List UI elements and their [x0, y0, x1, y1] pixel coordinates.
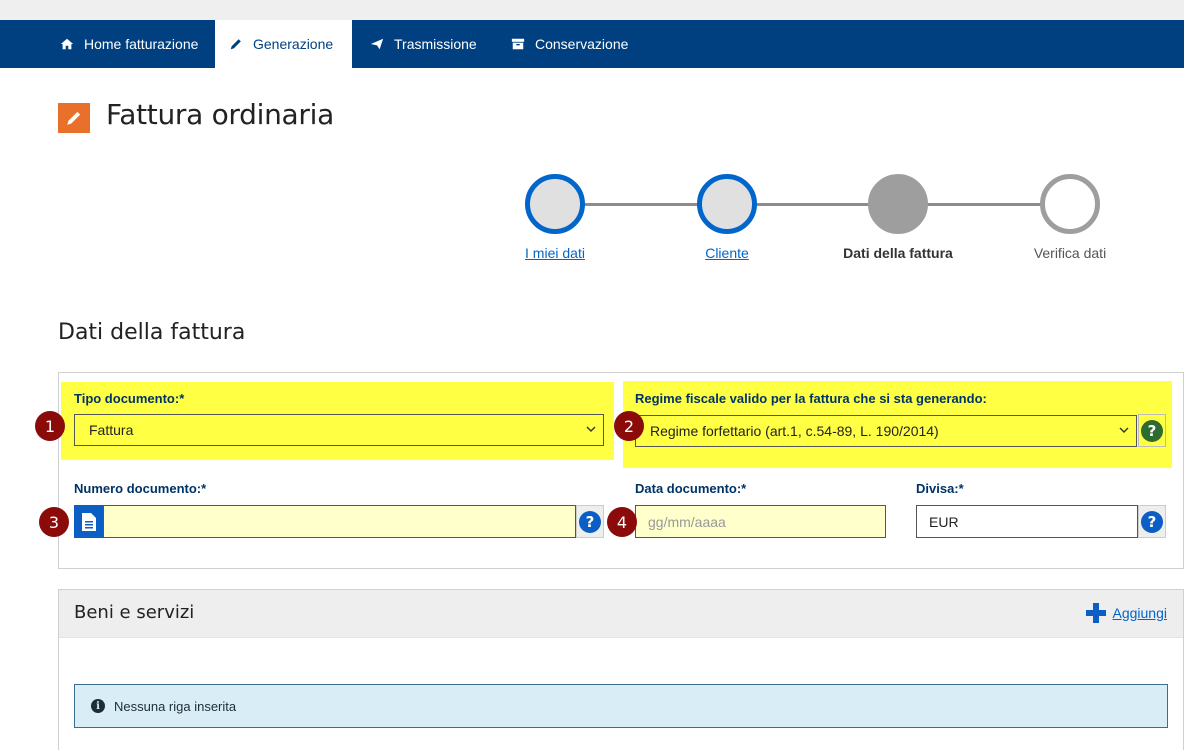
annotation-badge: 4	[607, 507, 637, 537]
section-title: Dati della fattura	[58, 320, 246, 345]
data-documento-placeholder: gg/mm/aaaa	[648, 513, 726, 530]
question-icon: ?	[1141, 419, 1163, 442]
page-title: Fattura ordinaria	[106, 98, 334, 131]
aggiungi-label: Aggiungi	[1112, 605, 1168, 621]
aggiungi-link[interactable]: Aggiungi	[1085, 602, 1168, 624]
browser-top-strip	[0, 0, 1184, 20]
data-documento-input[interactable]: gg/mm/aaaa	[635, 505, 886, 538]
beni-servizi-title: Beni e servizi	[74, 602, 195, 623]
chevron-down-icon	[1119, 427, 1129, 433]
step-circle-verifica-dati	[1040, 174, 1100, 234]
pencil-icon	[229, 37, 243, 51]
tab-home-fatturazione[interactable]: Home fatturazione	[46, 20, 212, 68]
step-circle-dati-fattura	[868, 174, 928, 234]
step-label-dati-fattura: Dati della fattura	[843, 245, 953, 261]
step-circle-cliente[interactable]	[697, 174, 757, 234]
paper-plane-icon	[370, 37, 384, 51]
regime-fiscale-select[interactable]: Regime forfettario (art.1, c.54-89, L. 1…	[635, 415, 1137, 447]
divisa-help-button[interactable]: ?	[1138, 505, 1166, 538]
beni-servizi-header: Beni e servizi Aggiungi	[59, 590, 1183, 638]
tipo-documento-value: Fattura	[89, 422, 134, 438]
stepper-connector	[926, 203, 1042, 206]
tab-label: Trasmissione	[394, 36, 477, 52]
step-label-verifica-dati: Verifica dati	[1033, 245, 1107, 261]
divisa-input[interactable]: EUR	[916, 505, 1138, 538]
main-navbar: Home fatturazione Generazione Trasmissio…	[0, 20, 1184, 68]
annotation-badge: 3	[39, 507, 69, 537]
step-circle-i-miei-dati[interactable]	[525, 174, 585, 234]
numero-documento-input[interactable]	[103, 505, 576, 538]
tab-label: Home fatturazione	[84, 36, 199, 52]
question-icon: ?	[579, 510, 601, 533]
step-link-i-miei-dati[interactable]: I miei dati	[475, 245, 635, 261]
tipo-documento-select[interactable]: Fattura	[74, 414, 604, 446]
document-icon	[81, 512, 96, 531]
question-icon: ?	[1141, 510, 1163, 533]
edit-icon	[58, 103, 90, 133]
tipo-documento-label: Tipo documento:*	[74, 391, 185, 406]
regime-fiscale-help-button[interactable]: ?	[1138, 414, 1166, 447]
document-number-button[interactable]	[74, 505, 103, 538]
stepper-connector	[584, 203, 698, 206]
empty-rows-message: Nessuna riga inserita	[114, 698, 237, 714]
numero-documento-label: Numero documento:*	[74, 481, 207, 496]
info-icon: i	[91, 699, 105, 713]
regime-fiscale-value: Regime forfettario (art.1, c.54-89, L. 1…	[650, 423, 939, 439]
step-link-cliente[interactable]: Cliente	[647, 245, 807, 261]
chevron-down-icon	[586, 426, 596, 432]
plus-icon	[1085, 603, 1106, 623]
tab-label: Conservazione	[535, 36, 629, 52]
tab-conservazione[interactable]: Conservazione	[497, 20, 642, 68]
regime-fiscale-label: Regime fiscale valido per la fattura che…	[635, 391, 987, 406]
tab-trasmissione[interactable]: Trasmissione	[356, 20, 491, 68]
tab-generazione[interactable]: Generazione	[215, 20, 352, 68]
tab-label: Generazione	[253, 36, 334, 52]
empty-rows-alert: i Nessuna riga inserita	[74, 684, 1168, 728]
numero-documento-help-button[interactable]: ?	[576, 505, 604, 538]
archive-icon	[511, 37, 525, 51]
home-icon	[60, 37, 74, 51]
divisa-label: Divisa:*	[916, 481, 964, 496]
beni-servizi-panel: Beni e servizi Aggiungi i Nessuna riga i…	[58, 589, 1184, 750]
annotation-badge: 2	[614, 411, 644, 441]
annotation-badge: 1	[35, 411, 65, 441]
data-documento-label: Data documento:*	[635, 481, 747, 496]
stepper-connector	[756, 203, 870, 206]
